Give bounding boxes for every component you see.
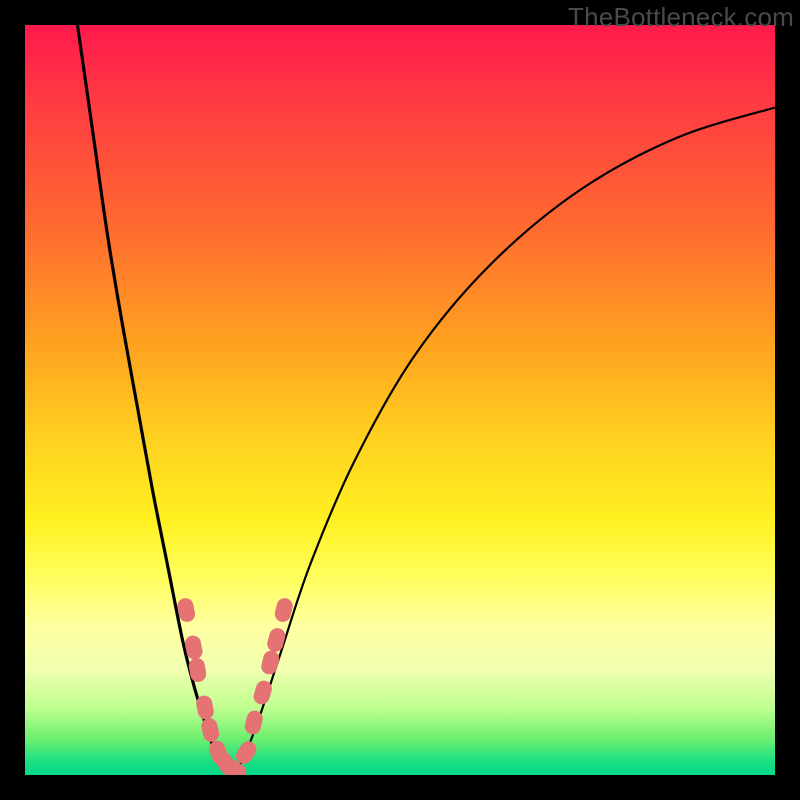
watermark-label: TheBottleneck.com — [568, 2, 794, 33]
marker-point — [265, 626, 287, 653]
marker-point — [260, 649, 281, 676]
chart-frame: TheBottleneck.com — [0, 0, 800, 800]
curve-layer — [25, 25, 775, 775]
curve-right-branch-curve — [235, 108, 775, 772]
curve-left-branch-curve — [78, 25, 228, 771]
